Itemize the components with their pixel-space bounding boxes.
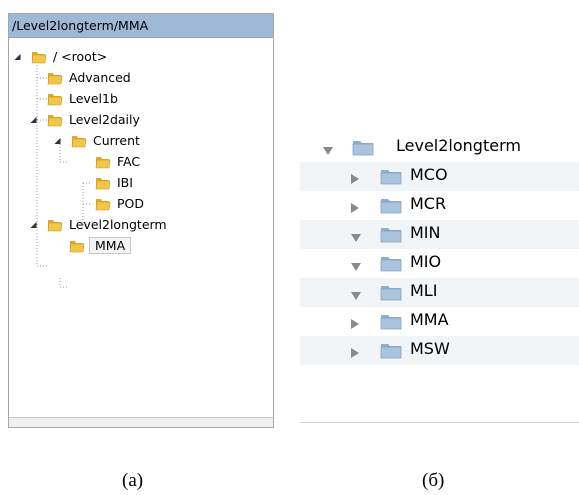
tree-node-label: MMA bbox=[89, 237, 132, 254]
folder-icon bbox=[69, 238, 85, 253]
folder-icon bbox=[352, 139, 374, 156]
disclosure-down-icon[interactable] bbox=[350, 228, 361, 242]
tree-node-label: Current bbox=[93, 133, 140, 148]
folder-icon bbox=[95, 175, 111, 190]
tree-node-label: FAC bbox=[117, 154, 141, 169]
tree-node[interactable]: POD bbox=[95, 193, 144, 214]
outline-row[interactable]: MSW bbox=[300, 336, 579, 365]
tree-node[interactable]: IBI bbox=[95, 172, 133, 193]
outline-row[interactable]: MCR bbox=[300, 191, 579, 220]
caption-a: (a) bbox=[122, 470, 144, 491]
outline-panel-b: Level2longterm MCO MCR MIN MIO MLI MMA MSW bbox=[300, 133, 579, 425]
tree-node[interactable]: ◢ Level2longterm bbox=[30, 214, 167, 235]
outline-root-row[interactable]: Level2longterm bbox=[300, 133, 579, 162]
outline-row-label: MIO bbox=[410, 252, 442, 271]
collapse-triangle-icon[interactable]: ◢ bbox=[29, 115, 38, 124]
tree-node[interactable]: ◢ Current bbox=[54, 130, 140, 151]
outline-row-label: MMA bbox=[410, 310, 449, 329]
tree-node-label: IBI bbox=[117, 175, 133, 190]
row-divider bbox=[300, 422, 579, 427]
tree-node[interactable]: Level1b bbox=[47, 88, 118, 109]
horizontal-scrollbar[interactable] bbox=[9, 417, 273, 427]
tree-node-label: Level1b bbox=[69, 91, 118, 106]
tree-node[interactable]: ◢ / <root> bbox=[14, 46, 108, 67]
outline-row-label: MCO bbox=[410, 165, 448, 184]
outline-row-label: Level2longterm bbox=[396, 136, 521, 155]
folder-icon bbox=[71, 133, 87, 148]
outline-row[interactable]: MLI bbox=[300, 278, 579, 307]
outline-row[interactable]: MIO bbox=[300, 249, 579, 278]
folder-icon bbox=[380, 226, 402, 243]
folder-tree: ◢ / <root> Advanced Level1b ◢ Level2daily ◢ Cur… bbox=[9, 38, 273, 417]
collapse-triangle-icon[interactable]: ◢ bbox=[53, 136, 62, 145]
tree-node[interactable]: ◢ Level2daily bbox=[30, 109, 140, 130]
folder-icon bbox=[47, 70, 63, 85]
tree-node-label: Level2longterm bbox=[69, 217, 167, 232]
disclosure-down-icon[interactable] bbox=[350, 257, 361, 271]
collapse-triangle-icon[interactable]: ◢ bbox=[29, 220, 38, 229]
outline-row[interactable]: MCO bbox=[300, 162, 579, 191]
tree-node[interactable]: MMA bbox=[69, 235, 132, 256]
folder-icon bbox=[380, 255, 402, 272]
disclosure-down-icon[interactable] bbox=[322, 141, 333, 155]
path-bar: /Level2longterm/MMA bbox=[9, 14, 273, 38]
outline-row[interactable]: MIN bbox=[300, 220, 579, 249]
disclosure-right-icon[interactable] bbox=[350, 344, 360, 358]
outline-row-label: MIN bbox=[410, 223, 441, 242]
folder-icon bbox=[380, 168, 402, 185]
tree-node-label: POD bbox=[117, 196, 145, 211]
folder-icon bbox=[47, 217, 63, 232]
disclosure-right-icon[interactable] bbox=[350, 315, 360, 329]
folder-icon bbox=[380, 342, 402, 359]
tree-node-label: / <root> bbox=[53, 49, 108, 64]
disclosure-right-icon[interactable] bbox=[350, 199, 360, 213]
outline-row-label: MCR bbox=[410, 194, 447, 213]
outline-row[interactable]: MMA bbox=[300, 307, 579, 336]
folder-icon bbox=[47, 112, 63, 127]
folder-icon bbox=[95, 154, 111, 169]
folder-icon bbox=[380, 197, 402, 214]
tree-node[interactable]: Advanced bbox=[47, 67, 131, 88]
folder-icon bbox=[95, 196, 111, 211]
outline-row-label: MSW bbox=[410, 339, 450, 358]
tree-node-label: Level2daily bbox=[69, 112, 140, 127]
folder-icon bbox=[47, 91, 63, 106]
collapse-triangle-icon[interactable]: ◢ bbox=[13, 52, 22, 61]
tree-node-label: Advanced bbox=[69, 70, 131, 85]
tree-panel-a: /Level2longterm/MMA ◢ / <root> Advanced Lev… bbox=[8, 13, 274, 428]
folder-icon bbox=[31, 49, 47, 64]
folder-icon bbox=[380, 313, 402, 330]
disclosure-down-icon[interactable] bbox=[350, 286, 361, 300]
folder-icon bbox=[380, 284, 402, 301]
tree-node[interactable]: FAC bbox=[95, 151, 140, 172]
caption-b: (б) bbox=[422, 470, 445, 491]
outline-row-label: MLI bbox=[410, 281, 438, 300]
disclosure-right-icon[interactable] bbox=[350, 170, 360, 184]
